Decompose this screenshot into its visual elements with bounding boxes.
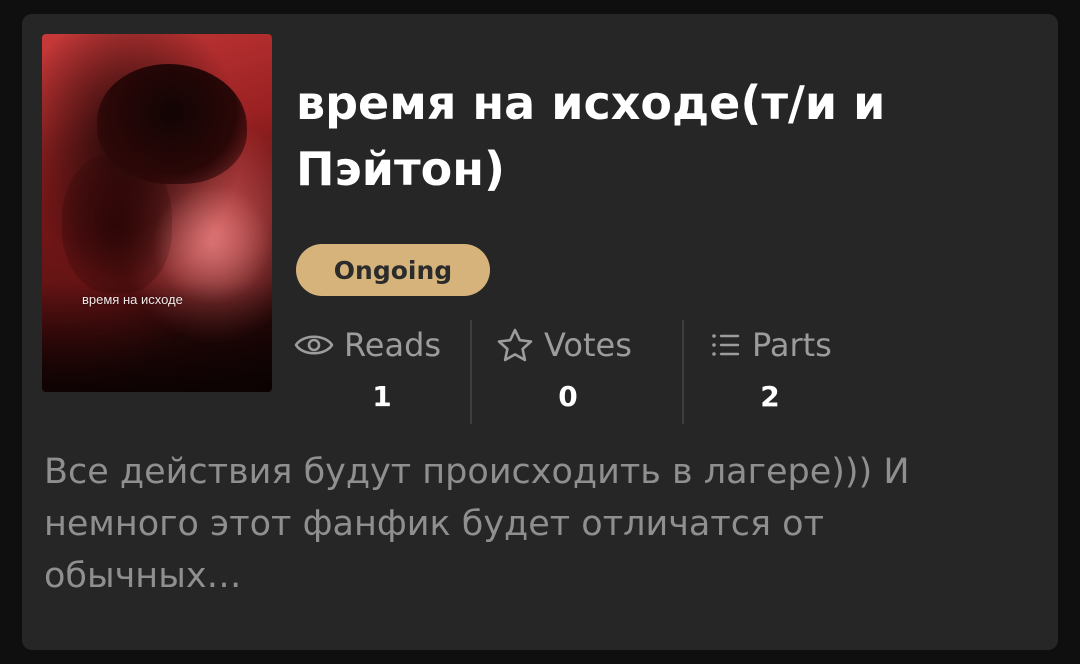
story-card[interactable]: время на исходе время на исходе(т/и и Пэ…	[22, 14, 1058, 650]
cover-title-text: время на исходе	[82, 292, 183, 307]
story-description: Все действия будут происходить в лагере)…	[44, 452, 910, 596]
stat-parts-value: 2	[760, 380, 780, 413]
stat-votes-label: Votes	[544, 326, 632, 364]
stat-votes-value: 0	[558, 380, 578, 413]
stat-parts: Parts 2	[710, 318, 890, 424]
stat-reads-label-row: Reads	[294, 326, 441, 364]
story-title[interactable]: время на исходе(т/и и Пэйтон)	[296, 70, 1036, 202]
star-icon	[496, 327, 534, 363]
stat-parts-label: Parts	[752, 326, 832, 364]
stat-reads-value: 1	[372, 380, 392, 413]
stats-divider	[470, 320, 472, 424]
status-badge: Ongoing	[296, 244, 490, 296]
stat-votes-label-row: Votes	[496, 326, 632, 364]
eye-icon	[294, 330, 334, 360]
stat-votes: Votes 0	[496, 318, 680, 424]
stat-reads-label: Reads	[344, 326, 442, 364]
stat-reads: Reads 1	[292, 318, 472, 424]
stat-parts-label-row: Parts	[710, 326, 832, 364]
story-cover-image[interactable]: время на исходе	[42, 34, 272, 392]
list-icon	[710, 331, 742, 359]
